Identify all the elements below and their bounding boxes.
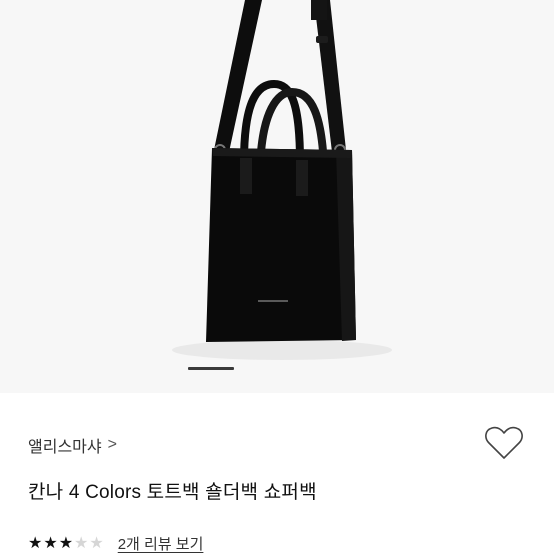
star-rating: ★ ★ ★ ★ ★ [28,534,104,552]
view-reviews-link[interactable]: 2개 리뷰 보기 [118,533,204,554]
product-info: 앨리스마샤 > 칸나 4 Colors 토트백 숄더백 쇼퍼백 ★ ★ ★ ★ … [0,393,554,554]
brand-name: 앨리스마샤 [28,439,102,456]
chevron-right-icon: > [107,436,117,453]
product-title: 칸나 4 Colors 토트백 숄더백 쇼퍼백 [28,482,317,503]
product-image-gallery[interactable] [0,0,554,393]
star-filled-icon: ★ [43,534,58,552]
brand-link[interactable]: 앨리스마샤 > [28,433,117,457]
tote-bag-image [172,0,392,360]
star-filled-icon: ★ [28,534,43,552]
star-empty-icon: ★ [74,534,89,552]
rating-row: ★ ★ ★ ★ ★ 2개 리뷰 보기 [28,533,203,554]
star-filled-icon: ★ [58,534,74,552]
star-empty-icon: ★ [89,534,104,552]
heart-outline-icon[interactable] [484,425,524,461]
gallery-indicator [188,367,234,370]
